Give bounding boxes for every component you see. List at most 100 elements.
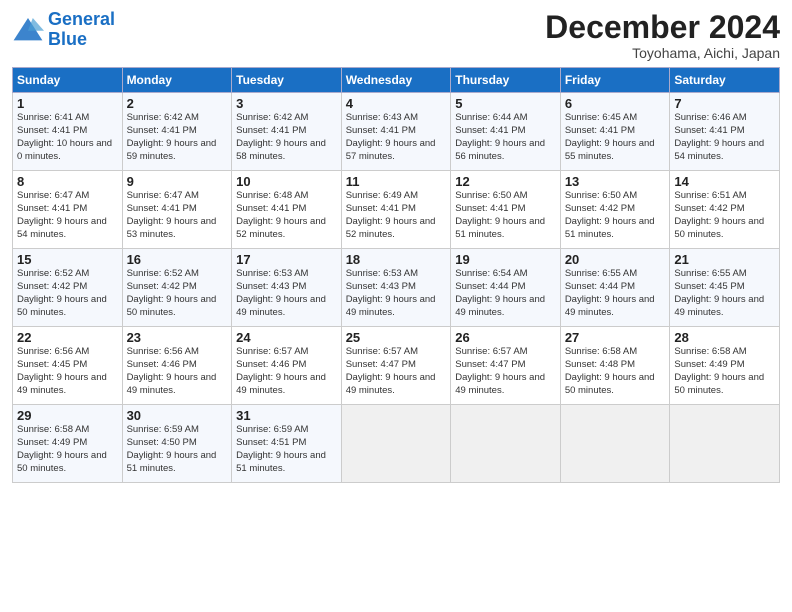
day-info: Sunrise: 6:58 AMSunset: 4:48 PMDaylight:… xyxy=(565,346,655,395)
day-number: 1 xyxy=(17,96,118,111)
day-info: Sunrise: 6:52 AMSunset: 4:42 PMDaylight:… xyxy=(17,268,107,317)
day-number: 5 xyxy=(455,96,556,111)
day-info: Sunrise: 6:58 AMSunset: 4:49 PMDaylight:… xyxy=(674,346,764,395)
day-number: 8 xyxy=(17,174,118,189)
calendar-cell: 2 Sunrise: 6:42 AMSunset: 4:41 PMDayligh… xyxy=(122,93,232,171)
calendar-cell: 22 Sunrise: 6:56 AMSunset: 4:45 PMDaylig… xyxy=(13,327,123,405)
logo-text: General Blue xyxy=(48,10,115,50)
day-number: 13 xyxy=(565,174,666,189)
calendar-cell: 29 Sunrise: 6:58 AMSunset: 4:49 PMDaylig… xyxy=(13,405,123,483)
calendar-cell: 26 Sunrise: 6:57 AMSunset: 4:47 PMDaylig… xyxy=(451,327,561,405)
calendar-cell: 6 Sunrise: 6:45 AMSunset: 4:41 PMDayligh… xyxy=(560,93,670,171)
calendar-cell: 10 Sunrise: 6:48 AMSunset: 4:41 PMDaylig… xyxy=(232,171,342,249)
calendar-cell: 9 Sunrise: 6:47 AMSunset: 4:41 PMDayligh… xyxy=(122,171,232,249)
day-info: Sunrise: 6:59 AMSunset: 4:50 PMDaylight:… xyxy=(127,424,217,473)
col-saturday: Saturday xyxy=(670,68,780,93)
week-row-4: 29 Sunrise: 6:58 AMSunset: 4:49 PMDaylig… xyxy=(13,405,780,483)
day-info: Sunrise: 6:47 AMSunset: 4:41 PMDaylight:… xyxy=(17,190,107,239)
day-info: Sunrise: 6:42 AMSunset: 4:41 PMDaylight:… xyxy=(127,112,217,161)
logo-icon xyxy=(12,16,44,44)
day-number: 20 xyxy=(565,252,666,267)
day-number: 23 xyxy=(127,330,228,345)
day-number: 19 xyxy=(455,252,556,267)
day-info: Sunrise: 6:57 AMSunset: 4:47 PMDaylight:… xyxy=(346,346,436,395)
calendar-cell xyxy=(560,405,670,483)
col-thursday: Thursday xyxy=(451,68,561,93)
calendar-cell: 3 Sunrise: 6:42 AMSunset: 4:41 PMDayligh… xyxy=(232,93,342,171)
logo: General Blue xyxy=(12,10,115,50)
calendar-cell: 16 Sunrise: 6:52 AMSunset: 4:42 PMDaylig… xyxy=(122,249,232,327)
day-number: 15 xyxy=(17,252,118,267)
day-number: 31 xyxy=(236,408,337,423)
day-info: Sunrise: 6:59 AMSunset: 4:51 PMDaylight:… xyxy=(236,424,326,473)
day-number: 4 xyxy=(346,96,447,111)
calendar-cell: 4 Sunrise: 6:43 AMSunset: 4:41 PMDayligh… xyxy=(341,93,451,171)
day-number: 27 xyxy=(565,330,666,345)
col-tuesday: Tuesday xyxy=(232,68,342,93)
day-number: 21 xyxy=(674,252,775,267)
calendar-cell: 18 Sunrise: 6:53 AMSunset: 4:43 PMDaylig… xyxy=(341,249,451,327)
calendar-cell: 17 Sunrise: 6:53 AMSunset: 4:43 PMDaylig… xyxy=(232,249,342,327)
day-info: Sunrise: 6:50 AMSunset: 4:41 PMDaylight:… xyxy=(455,190,545,239)
day-info: Sunrise: 6:42 AMSunset: 4:41 PMDaylight:… xyxy=(236,112,326,161)
day-number: 24 xyxy=(236,330,337,345)
day-number: 28 xyxy=(674,330,775,345)
day-info: Sunrise: 6:52 AMSunset: 4:42 PMDaylight:… xyxy=(127,268,217,317)
day-number: 22 xyxy=(17,330,118,345)
day-info: Sunrise: 6:49 AMSunset: 4:41 PMDaylight:… xyxy=(346,190,436,239)
logo-line1: General xyxy=(48,9,115,29)
header: General Blue December 2024 Toyohama, Aic… xyxy=(12,10,780,61)
day-number: 29 xyxy=(17,408,118,423)
calendar-cell: 19 Sunrise: 6:54 AMSunset: 4:44 PMDaylig… xyxy=(451,249,561,327)
calendar-cell: 8 Sunrise: 6:47 AMSunset: 4:41 PMDayligh… xyxy=(13,171,123,249)
day-number: 3 xyxy=(236,96,337,111)
day-info: Sunrise: 6:54 AMSunset: 4:44 PMDaylight:… xyxy=(455,268,545,317)
day-info: Sunrise: 6:41 AMSunset: 4:41 PMDaylight:… xyxy=(17,112,112,161)
calendar-table: Sunday Monday Tuesday Wednesday Thursday… xyxy=(12,67,780,483)
location: Toyohama, Aichi, Japan xyxy=(545,45,780,61)
day-info: Sunrise: 6:48 AMSunset: 4:41 PMDaylight:… xyxy=(236,190,326,239)
day-info: Sunrise: 6:45 AMSunset: 4:41 PMDaylight:… xyxy=(565,112,655,161)
day-info: Sunrise: 6:57 AMSunset: 4:47 PMDaylight:… xyxy=(455,346,545,395)
calendar-cell: 21 Sunrise: 6:55 AMSunset: 4:45 PMDaylig… xyxy=(670,249,780,327)
day-info: Sunrise: 6:47 AMSunset: 4:41 PMDaylight:… xyxy=(127,190,217,239)
calendar-cell: 15 Sunrise: 6:52 AMSunset: 4:42 PMDaylig… xyxy=(13,249,123,327)
calendar-cell: 24 Sunrise: 6:57 AMSunset: 4:46 PMDaylig… xyxy=(232,327,342,405)
calendar-cell: 13 Sunrise: 6:50 AMSunset: 4:42 PMDaylig… xyxy=(560,171,670,249)
calendar-cell xyxy=(341,405,451,483)
day-info: Sunrise: 6:44 AMSunset: 4:41 PMDaylight:… xyxy=(455,112,545,161)
calendar-cell: 5 Sunrise: 6:44 AMSunset: 4:41 PMDayligh… xyxy=(451,93,561,171)
day-number: 6 xyxy=(565,96,666,111)
day-info: Sunrise: 6:46 AMSunset: 4:41 PMDaylight:… xyxy=(674,112,764,161)
calendar-cell: 20 Sunrise: 6:55 AMSunset: 4:44 PMDaylig… xyxy=(560,249,670,327)
calendar-cell xyxy=(670,405,780,483)
month-title: December 2024 xyxy=(545,10,780,45)
day-number: 30 xyxy=(127,408,228,423)
main-container: General Blue December 2024 Toyohama, Aic… xyxy=(0,0,792,491)
calendar-cell: 27 Sunrise: 6:58 AMSunset: 4:48 PMDaylig… xyxy=(560,327,670,405)
day-info: Sunrise: 6:53 AMSunset: 4:43 PMDaylight:… xyxy=(236,268,326,317)
day-info: Sunrise: 6:55 AMSunset: 4:44 PMDaylight:… xyxy=(565,268,655,317)
day-info: Sunrise: 6:56 AMSunset: 4:46 PMDaylight:… xyxy=(127,346,217,395)
calendar-cell: 7 Sunrise: 6:46 AMSunset: 4:41 PMDayligh… xyxy=(670,93,780,171)
calendar-cell: 1 Sunrise: 6:41 AMSunset: 4:41 PMDayligh… xyxy=(13,93,123,171)
week-row-1: 8 Sunrise: 6:47 AMSunset: 4:41 PMDayligh… xyxy=(13,171,780,249)
day-info: Sunrise: 6:51 AMSunset: 4:42 PMDaylight:… xyxy=(674,190,764,239)
calendar-cell: 28 Sunrise: 6:58 AMSunset: 4:49 PMDaylig… xyxy=(670,327,780,405)
day-number: 18 xyxy=(346,252,447,267)
day-number: 2 xyxy=(127,96,228,111)
day-number: 26 xyxy=(455,330,556,345)
calendar-cell xyxy=(451,405,561,483)
day-info: Sunrise: 6:53 AMSunset: 4:43 PMDaylight:… xyxy=(346,268,436,317)
day-number: 16 xyxy=(127,252,228,267)
day-info: Sunrise: 6:50 AMSunset: 4:42 PMDaylight:… xyxy=(565,190,655,239)
day-info: Sunrise: 6:43 AMSunset: 4:41 PMDaylight:… xyxy=(346,112,436,161)
day-number: 10 xyxy=(236,174,337,189)
week-row-2: 15 Sunrise: 6:52 AMSunset: 4:42 PMDaylig… xyxy=(13,249,780,327)
calendar-cell: 23 Sunrise: 6:56 AMSunset: 4:46 PMDaylig… xyxy=(122,327,232,405)
day-number: 14 xyxy=(674,174,775,189)
day-info: Sunrise: 6:56 AMSunset: 4:45 PMDaylight:… xyxy=(17,346,107,395)
day-number: 7 xyxy=(674,96,775,111)
day-info: Sunrise: 6:55 AMSunset: 4:45 PMDaylight:… xyxy=(674,268,764,317)
day-number: 11 xyxy=(346,174,447,189)
